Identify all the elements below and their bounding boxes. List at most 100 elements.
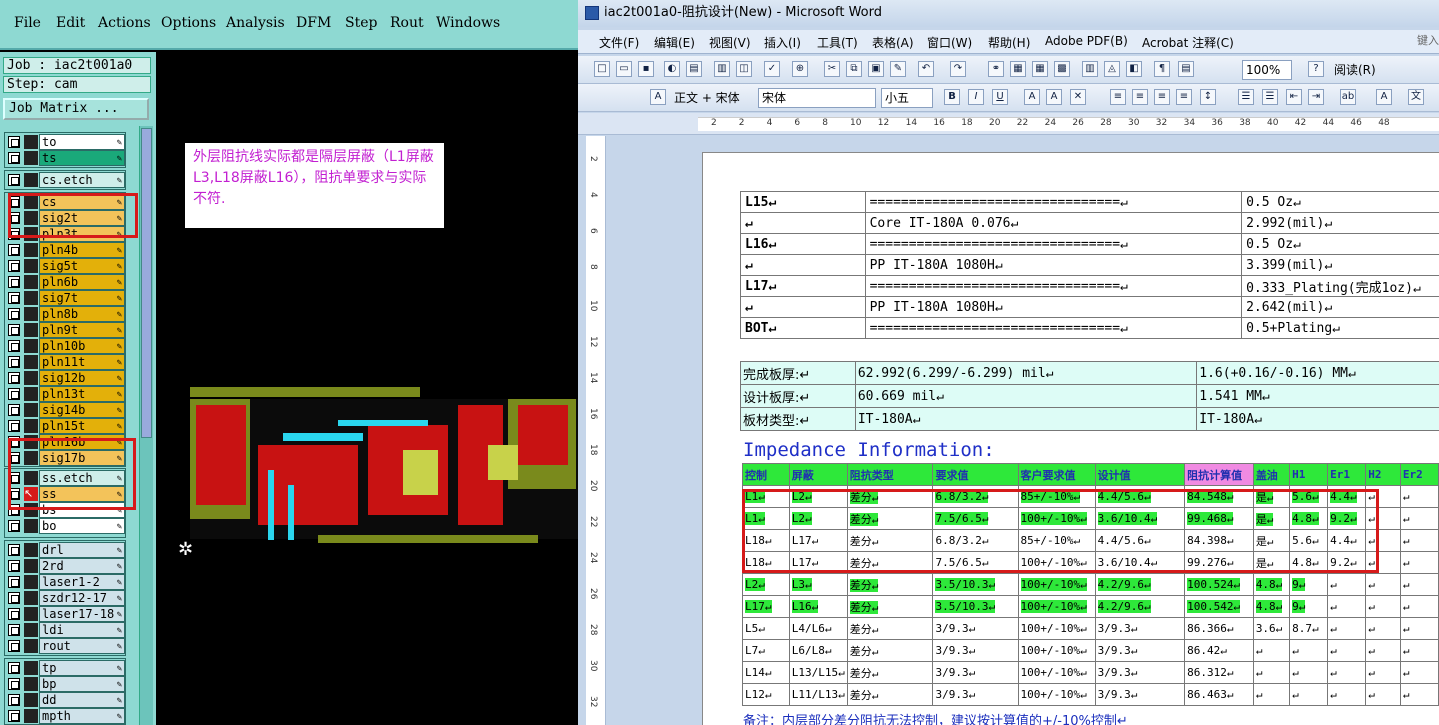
layer-name[interactable]: sig7t ✎ (39, 290, 125, 306)
highlight-icon[interactable]: ab (1340, 89, 1356, 105)
word-menu-insert[interactable]: 插入(I) (764, 34, 801, 51)
save-icon[interactable]: ▪ (638, 61, 654, 77)
layer-row-bp[interactable]: bp ✎ (5, 676, 125, 692)
document-map-icon[interactable]: ◧ (1126, 61, 1142, 77)
layer-checkbox[interactable] (8, 260, 20, 272)
layer-checkbox[interactable] (8, 608, 20, 620)
read-mode-button[interactable]: 阅读(R) (1334, 60, 1376, 80)
layer-checkbox[interactable] (8, 276, 20, 288)
font-select[interactable]: 宋体 (758, 88, 876, 108)
layer-name[interactable]: tp ✎ (39, 660, 125, 676)
justify-icon[interactable]: ≡ (1176, 89, 1192, 105)
layer-row-sig7t[interactable]: sig7t ✎ (5, 290, 125, 306)
numbering-icon[interactable]: ☰ (1238, 89, 1254, 105)
new-icon[interactable]: □ (594, 61, 610, 77)
show-hide-icon[interactable]: ¶ (1154, 61, 1170, 77)
bold-icon[interactable]: B (944, 89, 960, 105)
layer-name[interactable]: sig14b ✎ (39, 402, 125, 418)
layer-row-pln9t[interactable]: pln9t ✎ (5, 322, 125, 338)
word-menu-help[interactable]: 帮助(H) (988, 34, 1030, 51)
layer-name[interactable]: szdr12-17 ✎ (39, 590, 125, 606)
redo-icon[interactable]: ↷ (950, 61, 966, 77)
layer-scrollbar[interactable] (139, 126, 153, 725)
layer-checkbox[interactable] (8, 576, 20, 588)
layer-name[interactable]: cs.etch ✎ (39, 172, 125, 188)
word-menu-tools[interactable]: 工具(T) (817, 34, 858, 51)
layer-row-cs.etch[interactable]: cs.etch ✎ (5, 172, 125, 188)
layer-checkbox[interactable] (8, 152, 20, 164)
layer-row-pln8b[interactable]: pln8b ✎ (5, 306, 125, 322)
word-menu-acrobat[interactable]: Acrobat 注释(C) (1142, 34, 1234, 51)
layer-checkbox[interactable] (8, 244, 20, 256)
vertical-ruler[interactable]: 2 4 6 8 10 12 14 16 18 20 22 24 26 28 30 32 (586, 136, 606, 725)
layer-row-drl[interactable]: drl ✎ (5, 542, 125, 558)
layer-name[interactable]: laser17-18 ✎ (39, 606, 125, 622)
align-center-icon[interactable]: ≡ (1132, 89, 1148, 105)
layer-checkbox[interactable] (8, 420, 20, 432)
layer-checkbox[interactable] (8, 710, 20, 722)
layer-name[interactable]: laser1-2 ✎ (39, 574, 125, 590)
layer-name[interactable]: sig5t ✎ (39, 258, 125, 274)
layer-name[interactable]: to ✎ (39, 134, 125, 150)
layer-name[interactable]: sig12b ✎ (39, 370, 125, 386)
zoom-select[interactable]: 100% (1242, 60, 1292, 80)
layer-row-pln13t[interactable]: pln13t ✎ (5, 386, 125, 402)
layer-name[interactable]: 2rd ✎ (39, 558, 125, 574)
insert-table-icon[interactable]: ▦ (1032, 61, 1048, 77)
layer-name[interactable]: rout ✎ (39, 638, 125, 654)
undo-icon[interactable]: ↶ (918, 61, 934, 77)
layer-row-tp[interactable]: tp ✎ (5, 660, 125, 676)
layer-name[interactable]: pln10b ✎ (39, 338, 125, 354)
layer-row-sig12b[interactable]: sig12b ✎ (5, 370, 125, 386)
permission-icon[interactable]: ◐ (664, 61, 680, 77)
layer-checkbox[interactable] (8, 592, 20, 604)
underline-icon[interactable]: U (992, 89, 1008, 105)
layer-name[interactable]: pln15t ✎ (39, 418, 125, 434)
layer-row-pln10b[interactable]: pln10b ✎ (5, 338, 125, 354)
layer-row-pln11t[interactable]: pln11t ✎ (5, 354, 125, 370)
document-page[interactable]: L15↵ ================================↵ 0.5… (702, 152, 1439, 725)
style-select[interactable]: 正文 + 宋体 (674, 88, 740, 108)
layer-name[interactable]: pln9t ✎ (39, 322, 125, 338)
menu-options[interactable]: Options (161, 15, 216, 31)
word-menu-window[interactable]: 窗口(W) (927, 34, 972, 51)
word-menu-edit[interactable]: 编辑(E) (654, 34, 695, 51)
layer-checkbox[interactable] (8, 678, 20, 690)
layer-name[interactable]: pln13t ✎ (39, 386, 125, 402)
print-icon[interactable]: ▥ (714, 61, 730, 77)
spelling-icon[interactable]: ✓ (764, 61, 780, 77)
layer-name[interactable]: pln4b ✎ (39, 242, 125, 258)
layer-checkbox[interactable] (8, 694, 20, 706)
cut-icon[interactable]: ✂ (824, 61, 840, 77)
layer-row-sig14b[interactable]: sig14b ✎ (5, 402, 125, 418)
word-menu-view[interactable]: 视图(V) (709, 34, 751, 51)
layer-checkbox[interactable] (8, 404, 20, 416)
layer-checkbox[interactable] (8, 174, 20, 186)
scroll-thumb[interactable] (141, 128, 152, 438)
word-menu-adobe-pdf[interactable]: Adobe PDF(B) (1045, 34, 1128, 48)
word-menu-table[interactable]: 表格(A) (872, 34, 914, 51)
layer-checkbox[interactable] (8, 136, 20, 148)
layer-row-dd[interactable]: dd ✎ (5, 692, 125, 708)
job-matrix-button[interactable]: Job Matrix ... (3, 98, 149, 120)
word-menu-file[interactable]: 文件(F) (599, 34, 639, 51)
horizontal-ruler[interactable]: 2 2 4 6 8 10 12 14 16 18 20 22 24 26 28 30 32 34 36 38 40 42 4… (578, 113, 1439, 135)
layer-checkbox[interactable] (8, 372, 20, 384)
font-color-icon[interactable]: A (1376, 89, 1392, 105)
layer-row-2rd[interactable]: 2rd ✎ (5, 558, 125, 574)
hyperlink-icon[interactable]: ⚭ (988, 61, 1004, 77)
reading-icon[interactable]: ▤ (1178, 61, 1194, 77)
italic-icon[interactable]: I (968, 89, 984, 105)
layer-name[interactable]: pln6b ✎ (39, 274, 125, 290)
layer-checkbox[interactable] (8, 544, 20, 556)
menu-analysis[interactable]: Analysis (226, 15, 285, 31)
layer-row-bo[interactable]: bo ✎ (5, 518, 125, 534)
layer-row-to[interactable]: to ✎ (5, 134, 125, 150)
menu-dfm[interactable]: DFM (296, 15, 331, 31)
layer-name[interactable]: mpth ✎ (39, 708, 125, 724)
layer-name[interactable]: bp ✎ (39, 676, 125, 692)
columns-icon[interactable]: ▥ (1082, 61, 1098, 77)
help-icon[interactable]: ? (1308, 61, 1324, 77)
menu-rout[interactable]: Rout (390, 15, 424, 31)
align-left-icon[interactable]: ≡ (1110, 89, 1126, 105)
